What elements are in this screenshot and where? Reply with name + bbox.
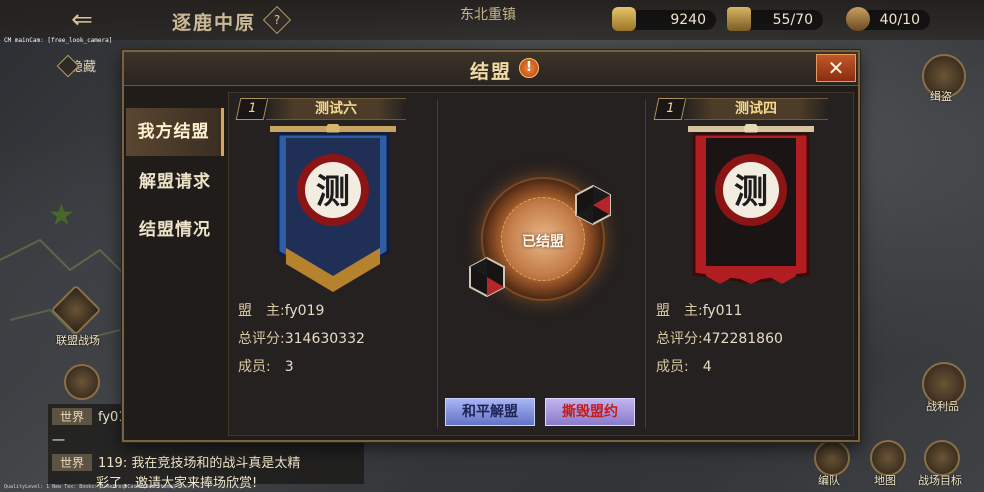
left-alliance-name: 测试六 bbox=[266, 98, 406, 120]
chat-text: 119: 我在竞技场和的战斗真是太精 bbox=[98, 456, 301, 471]
tab-alliance-status[interactable]: 结盟情况 bbox=[126, 206, 224, 254]
peace-dissolve-button[interactable]: 和平解盟 bbox=[445, 398, 535, 426]
location-title: 逐鹿中原 bbox=[172, 12, 257, 34]
scroll-button[interactable] bbox=[64, 364, 100, 400]
right-alliance-name: 测试四 bbox=[684, 98, 828, 120]
map-button[interactable] bbox=[870, 440, 906, 476]
left-leader-value: fy019 bbox=[284, 303, 325, 319]
troop-value: 40/10 bbox=[879, 12, 920, 28]
map-label: 地图 bbox=[874, 474, 896, 487]
left-members-label: 成员: bbox=[238, 359, 271, 375]
chat-line: 一 bbox=[52, 430, 65, 449]
left-score-value: 314630332 bbox=[284, 331, 365, 347]
help-button[interactable]: ? bbox=[262, 5, 292, 35]
close-button[interactable]: ✕ bbox=[816, 54, 856, 82]
debug-quality-text: QualityLevel: 1 New Tex: Books: 1 Refres… bbox=[4, 484, 188, 490]
gold-icon bbox=[612, 7, 636, 31]
chat-line: 世界 fy01 bbox=[52, 408, 127, 425]
loot-label: 战利品 bbox=[926, 400, 959, 413]
chat-line: 世界 119: 我在竞技场和的战斗真是太精 bbox=[52, 452, 300, 471]
hide-toggle[interactable]: 隐藏 bbox=[70, 56, 96, 75]
right-members-label: 成员: bbox=[656, 359, 689, 375]
column-divider bbox=[437, 99, 438, 429]
battle-target-label: 战场目标 bbox=[918, 474, 962, 487]
right-members-row: 成员: 4 bbox=[656, 356, 712, 376]
troop-counter[interactable]: 40/10 bbox=[846, 7, 930, 31]
left-score-label: 总评分: bbox=[238, 331, 285, 347]
left-leader-row: 盟 主:fy019 bbox=[238, 300, 324, 320]
left-alliance-banner[interactable]: 测 bbox=[266, 124, 400, 294]
left-rank-badge: 1 bbox=[235, 98, 269, 120]
right-rank-badge: 1 bbox=[653, 98, 687, 120]
right-banner-char: 测 bbox=[734, 172, 768, 212]
alliance-battle-label: 联盟战场 bbox=[56, 334, 100, 347]
left-score-row: 总评分:314630332 bbox=[238, 328, 365, 348]
chat-channel-tag: 世界 bbox=[52, 454, 93, 471]
warning-icon[interactable]: ! bbox=[519, 58, 539, 78]
formation-button[interactable] bbox=[814, 440, 850, 476]
right-score-value: 472281860 bbox=[702, 331, 783, 347]
column-divider bbox=[645, 99, 646, 429]
left-leader-label: 盟 主: bbox=[238, 303, 285, 319]
break-treaty-button[interactable]: 撕毁盟约 bbox=[545, 398, 635, 426]
order-value: 55/70 bbox=[772, 12, 813, 28]
left-members-row: 成员: 3 bbox=[238, 356, 294, 376]
right-leader-row: 盟 主:fy011 bbox=[656, 300, 742, 320]
right-leader-value: fy011 bbox=[702, 303, 743, 319]
region-name: 东北重镇 bbox=[460, 7, 516, 23]
tab-dissolve-requests[interactable]: 解盟请求 bbox=[126, 158, 224, 206]
debug-camera-text: CM mainCam: [free_look_camera] bbox=[4, 37, 113, 44]
right-score-label: 总评分: bbox=[656, 331, 703, 347]
chat-channel-tag: 世界 bbox=[52, 408, 93, 425]
bandit-hunt-label: 缉盗 bbox=[930, 90, 952, 103]
back-arrow-icon[interactable]: ⇐ bbox=[60, 6, 104, 34]
right-hex-icon bbox=[575, 184, 611, 226]
right-members-value: 4 bbox=[702, 359, 712, 375]
battle-target-button[interactable] bbox=[924, 440, 960, 476]
right-alliance-banner[interactable]: 测 bbox=[684, 124, 818, 294]
formation-label: 编队 bbox=[818, 474, 840, 487]
chat-text: 一 bbox=[52, 434, 66, 449]
alliance-status-text: 已结盟 bbox=[522, 234, 564, 250]
right-leader-label: 盟 主: bbox=[656, 303, 703, 319]
troop-icon bbox=[846, 7, 870, 31]
left-hex-icon bbox=[469, 256, 505, 298]
gold-counter[interactable]: 9240 bbox=[612, 7, 716, 31]
tab-our-alliance[interactable]: 我方结盟 bbox=[126, 108, 224, 156]
left-banner-char: 测 bbox=[316, 172, 350, 212]
modal-title: 结盟 bbox=[469, 61, 512, 83]
left-members-value: 3 bbox=[284, 359, 294, 375]
modal-header: 结盟 ! ✕ bbox=[124, 52, 858, 86]
order-scroll-icon bbox=[727, 7, 751, 31]
gold-value: 9240 bbox=[670, 12, 706, 28]
right-score-row: 总评分:472281860 bbox=[656, 328, 783, 348]
top-bar: ⇐ 逐鹿中原 ? 东北重镇 9240 55/70 40/10 bbox=[0, 0, 984, 40]
order-counter[interactable]: 55/70 bbox=[727, 7, 823, 31]
help-icon: ? bbox=[273, 13, 281, 27]
